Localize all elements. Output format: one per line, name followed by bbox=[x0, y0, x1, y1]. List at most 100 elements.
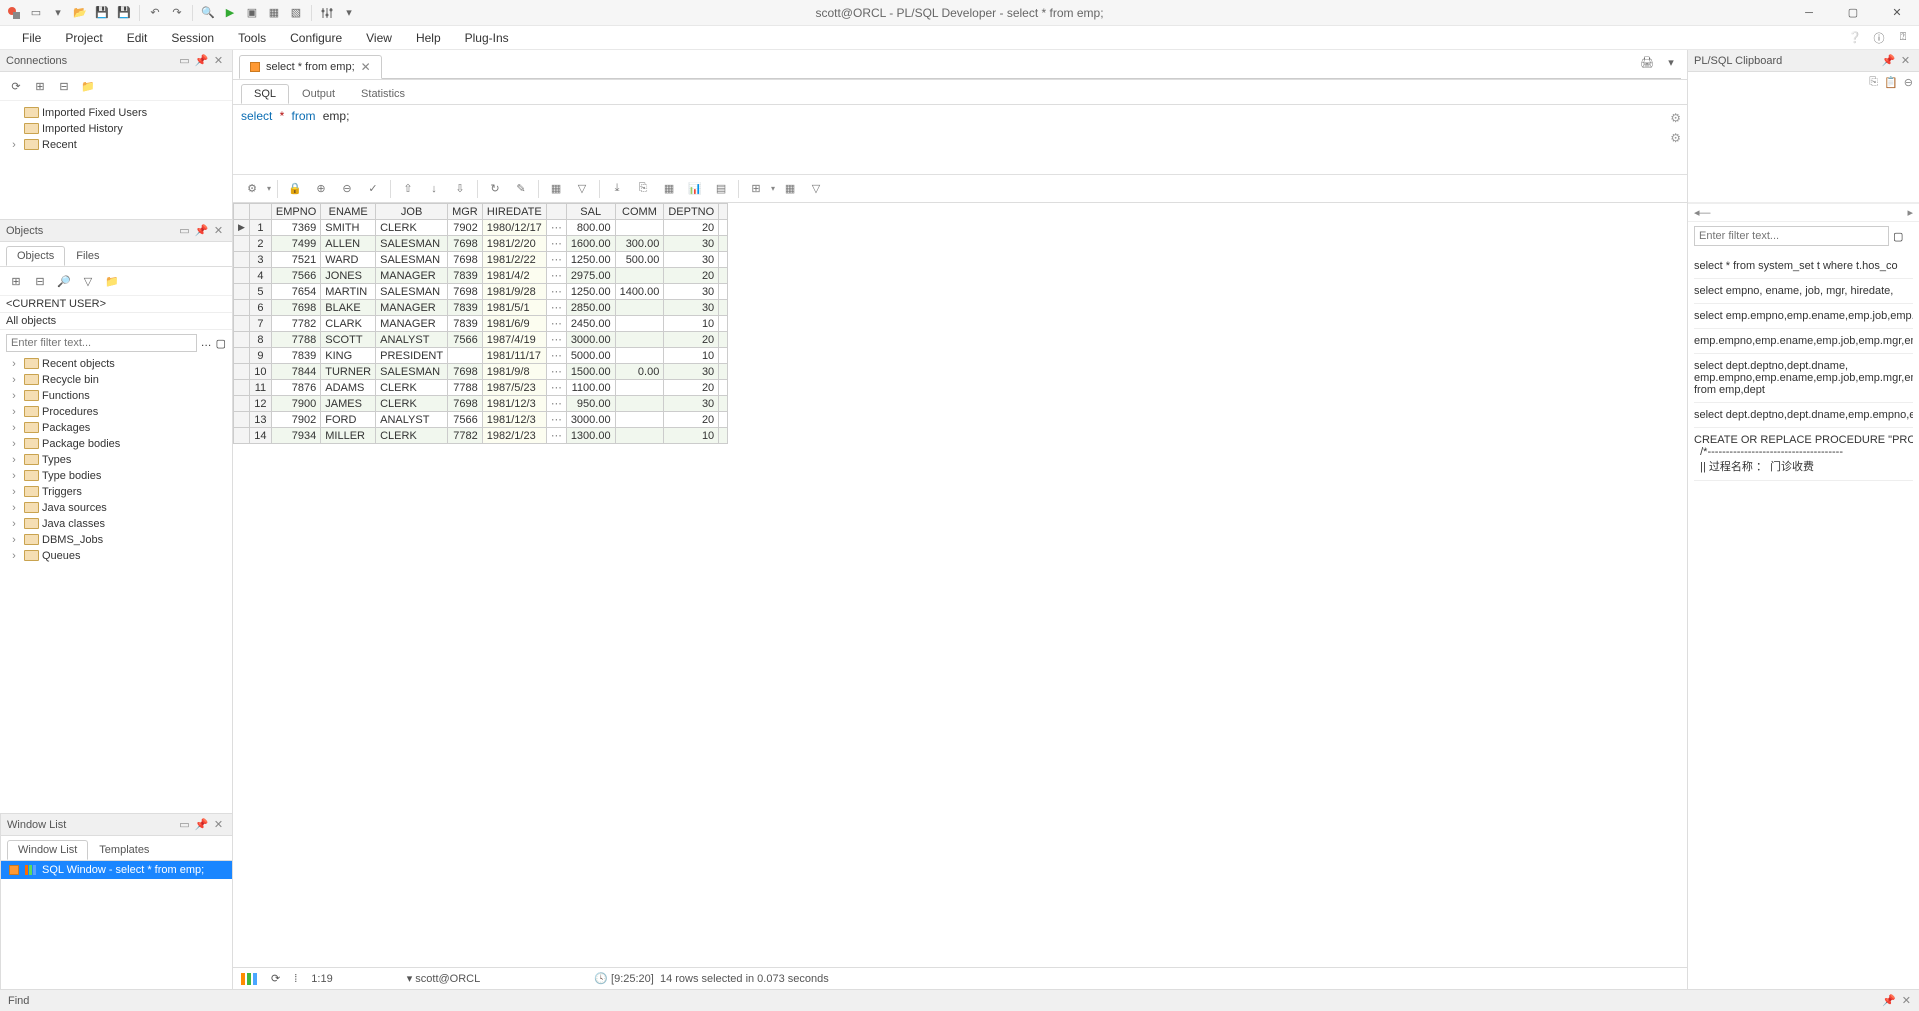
next-icon[interactable]: ⇩ bbox=[449, 178, 471, 200]
conn-add-icon[interactable]: ⊞ bbox=[30, 76, 50, 96]
table-row[interactable]: 137902FORDANALYST75661981/12/3⋯3000.0020 bbox=[234, 412, 728, 428]
new-dropdown-icon[interactable]: ▾ bbox=[48, 3, 68, 23]
delete-row-icon[interactable]: ⊖ bbox=[336, 178, 358, 200]
column-header[interactable]: SAL bbox=[566, 204, 615, 220]
clip-delete-icon[interactable]: ⊖ bbox=[1904, 76, 1913, 89]
panel-pin-icon[interactable]: 📌 bbox=[194, 817, 209, 832]
redo-icon[interactable]: ↷ bbox=[167, 3, 187, 23]
current-user-label[interactable]: <CURRENT USER> bbox=[6, 298, 106, 310]
grid-view-icon[interactable]: ▦ bbox=[545, 178, 567, 200]
inner-tab-output[interactable]: Output bbox=[289, 84, 348, 104]
undo-icon[interactable]: ↶ bbox=[145, 3, 165, 23]
table-row[interactable]: 37521WARDSALESMAN76981981/2/22⋯1250.0050… bbox=[234, 252, 728, 268]
table-row[interactable]: 67698BLAKEMANAGER78391981/5/1⋯2850.0030 bbox=[234, 300, 728, 316]
object-item[interactable]: ›Type bodies bbox=[0, 468, 232, 484]
table-row[interactable]: 47566JONESMANAGER78391981/4/2⋯2975.0020 bbox=[234, 268, 728, 284]
prev-icon[interactable]: ↓ bbox=[423, 178, 445, 200]
column-header[interactable] bbox=[719, 204, 728, 220]
document-tab[interactable]: select * from emp; ✕ bbox=[239, 55, 382, 79]
panel-close-icon[interactable]: ✕ bbox=[211, 53, 226, 68]
table-row[interactable]: 117876ADAMSCLERK77881987/5/23⋯1100.0020 bbox=[234, 380, 728, 396]
menu-plugins[interactable]: Plug-Ins bbox=[453, 27, 521, 49]
object-item[interactable]: ›Types bbox=[0, 452, 232, 468]
save-icon[interactable]: 💾 bbox=[92, 3, 112, 23]
execute-icon[interactable]: ▶ bbox=[220, 3, 240, 23]
export-icon[interactable]: ⤓ bbox=[606, 178, 628, 200]
maximize-button[interactable]: ▢ bbox=[1831, 0, 1875, 26]
copy-icon[interactable]: ⎘ bbox=[632, 178, 654, 200]
window-list-item[interactable]: SQL Window - select * from emp; bbox=[1, 861, 232, 879]
wl-tab-windowlist[interactable]: Window List bbox=[7, 840, 88, 860]
help-icon[interactable]: ❔ bbox=[1845, 28, 1865, 48]
clipboard-entry[interactable]: select empno, ename, job, mgr, hiredate, bbox=[1694, 279, 1913, 304]
layout-icon[interactable]: ⊞ bbox=[745, 178, 767, 200]
menu-tools[interactable]: Tools bbox=[226, 27, 278, 49]
gear-icon[interactable]: ⚙ bbox=[241, 178, 263, 200]
find-bar[interactable]: Find 📌 ✕ bbox=[0, 989, 1919, 1011]
column-header[interactable]: ENAME bbox=[321, 204, 376, 220]
clipboard-entry[interactable]: select * from system_set t where t.hos_c… bbox=[1694, 254, 1913, 279]
table-row[interactable]: 147934MILLERCLERK77821982/1/23⋯1300.0010 bbox=[234, 428, 728, 444]
object-item[interactable]: ›Java classes bbox=[0, 516, 232, 532]
conn-remove-icon[interactable]: ⊟ bbox=[54, 76, 74, 96]
column-header[interactable] bbox=[249, 204, 271, 220]
menu-session[interactable]: Session bbox=[159, 27, 226, 49]
objects-tab-files[interactable]: Files bbox=[65, 246, 110, 266]
clipboard-entry[interactable]: emp.empno,emp.ename,emp.job,emp.mgr,emp.… bbox=[1694, 329, 1913, 354]
fetch-icon[interactable]: ↻ bbox=[484, 178, 506, 200]
panel-restore-icon[interactable]: ▭ bbox=[177, 53, 192, 68]
panel-pin-icon[interactable]: 📌 bbox=[194, 223, 209, 238]
wl-tab-templates[interactable]: Templates bbox=[88, 840, 160, 860]
column-header[interactable]: EMPNO bbox=[271, 204, 320, 220]
info-icon[interactable]: ⓘ bbox=[1869, 28, 1889, 48]
print-icon[interactable]: 🖨 bbox=[1637, 52, 1657, 72]
chart-icon[interactable]: 📊 bbox=[684, 178, 706, 200]
menu-help[interactable]: Help bbox=[404, 27, 453, 49]
object-item[interactable]: ›Recent objects bbox=[0, 356, 232, 372]
panel-close-icon[interactable]: ✕ bbox=[211, 223, 226, 238]
clipboard-entry[interactable]: CREATE OR REPLACE PROCEDURE "PRC_MZ_FEE"… bbox=[1694, 428, 1913, 481]
column-header[interactable] bbox=[546, 204, 566, 220]
clipboard-entry[interactable]: select dept.deptno,dept.dname,emp.empno,… bbox=[1694, 403, 1913, 428]
context-help-icon[interactable]: ⍰ bbox=[1893, 28, 1913, 48]
clipboard-entry[interactable]: select emp.empno,emp.ename,emp.job,emp.m… bbox=[1694, 304, 1913, 329]
menu-configure[interactable]: Configure bbox=[278, 27, 354, 49]
connection-label[interactable]: scott@ORCL bbox=[415, 973, 480, 985]
table-row[interactable]: 97839KINGPRESIDENT1981/11/17⋯5000.0010 bbox=[234, 348, 728, 364]
table-row[interactable]: 87788SCOTTANALYST75661987/4/19⋯3000.0020 bbox=[234, 332, 728, 348]
clipboard-filter-input[interactable] bbox=[1694, 226, 1889, 246]
conn-item-1[interactable]: Imported History bbox=[0, 121, 232, 137]
inner-tab-statistics[interactable]: Statistics bbox=[348, 84, 418, 104]
rollback-icon[interactable]: ▧ bbox=[286, 3, 306, 23]
obj-find-icon[interactable]: 🔎 bbox=[54, 271, 74, 291]
panel-close-icon[interactable]: ✕ bbox=[1898, 53, 1913, 68]
menu-view[interactable]: View bbox=[354, 27, 404, 49]
minimize-button[interactable]: ─ bbox=[1787, 0, 1831, 26]
save-all-icon[interactable]: 💾 bbox=[114, 3, 134, 23]
object-item[interactable]: ›Recycle bin bbox=[0, 372, 232, 388]
column-header[interactable]: JOB bbox=[376, 204, 448, 220]
column-header[interactable]: MGR bbox=[448, 204, 483, 220]
single-record-icon[interactable]: ▽ bbox=[571, 178, 593, 200]
column-header[interactable]: COMM bbox=[615, 204, 664, 220]
scope-label[interactable]: All objects bbox=[6, 315, 56, 327]
findbar-pin-icon[interactable]: 📌 bbox=[1882, 994, 1896, 1007]
grip-icon[interactable]: ⁞ bbox=[294, 973, 297, 985]
menu-file[interactable]: File bbox=[10, 27, 53, 49]
panel-pin-icon[interactable]: 📌 bbox=[1881, 53, 1896, 68]
print-grid-icon[interactable]: ▤ bbox=[710, 178, 732, 200]
table-row[interactable]: 57654MARTINSALESMAN76981981/9/28⋯1250.00… bbox=[234, 284, 728, 300]
data-grid[interactable]: EMPNOENAMEJOBMGRHIREDATESALCOMMDEPTNO ▶1… bbox=[233, 203, 1687, 967]
gear-down-icon[interactable]: ⚙ bbox=[1670, 131, 1681, 145]
refresh-icon[interactable]: ⟳ bbox=[271, 972, 280, 985]
panel-restore-icon[interactable]: ▭ bbox=[177, 817, 192, 832]
column-header[interactable]: DEPTNO bbox=[664, 204, 719, 220]
conn-item-2[interactable]: ›Recent bbox=[0, 137, 232, 153]
clip-filter-go-icon[interactable]: ▢ bbox=[1893, 230, 1903, 243]
objects-filter-input[interactable] bbox=[6, 334, 197, 352]
newtable-icon[interactable]: ▦ bbox=[779, 178, 801, 200]
obj-filter-icon[interactable]: ▽ bbox=[78, 271, 98, 291]
first-icon[interactable]: ⇧ bbox=[397, 178, 419, 200]
settings-icon[interactable] bbox=[317, 3, 337, 23]
clipboard-entry[interactable]: select dept.deptno,dept.dname, emp.empno… bbox=[1694, 354, 1913, 403]
